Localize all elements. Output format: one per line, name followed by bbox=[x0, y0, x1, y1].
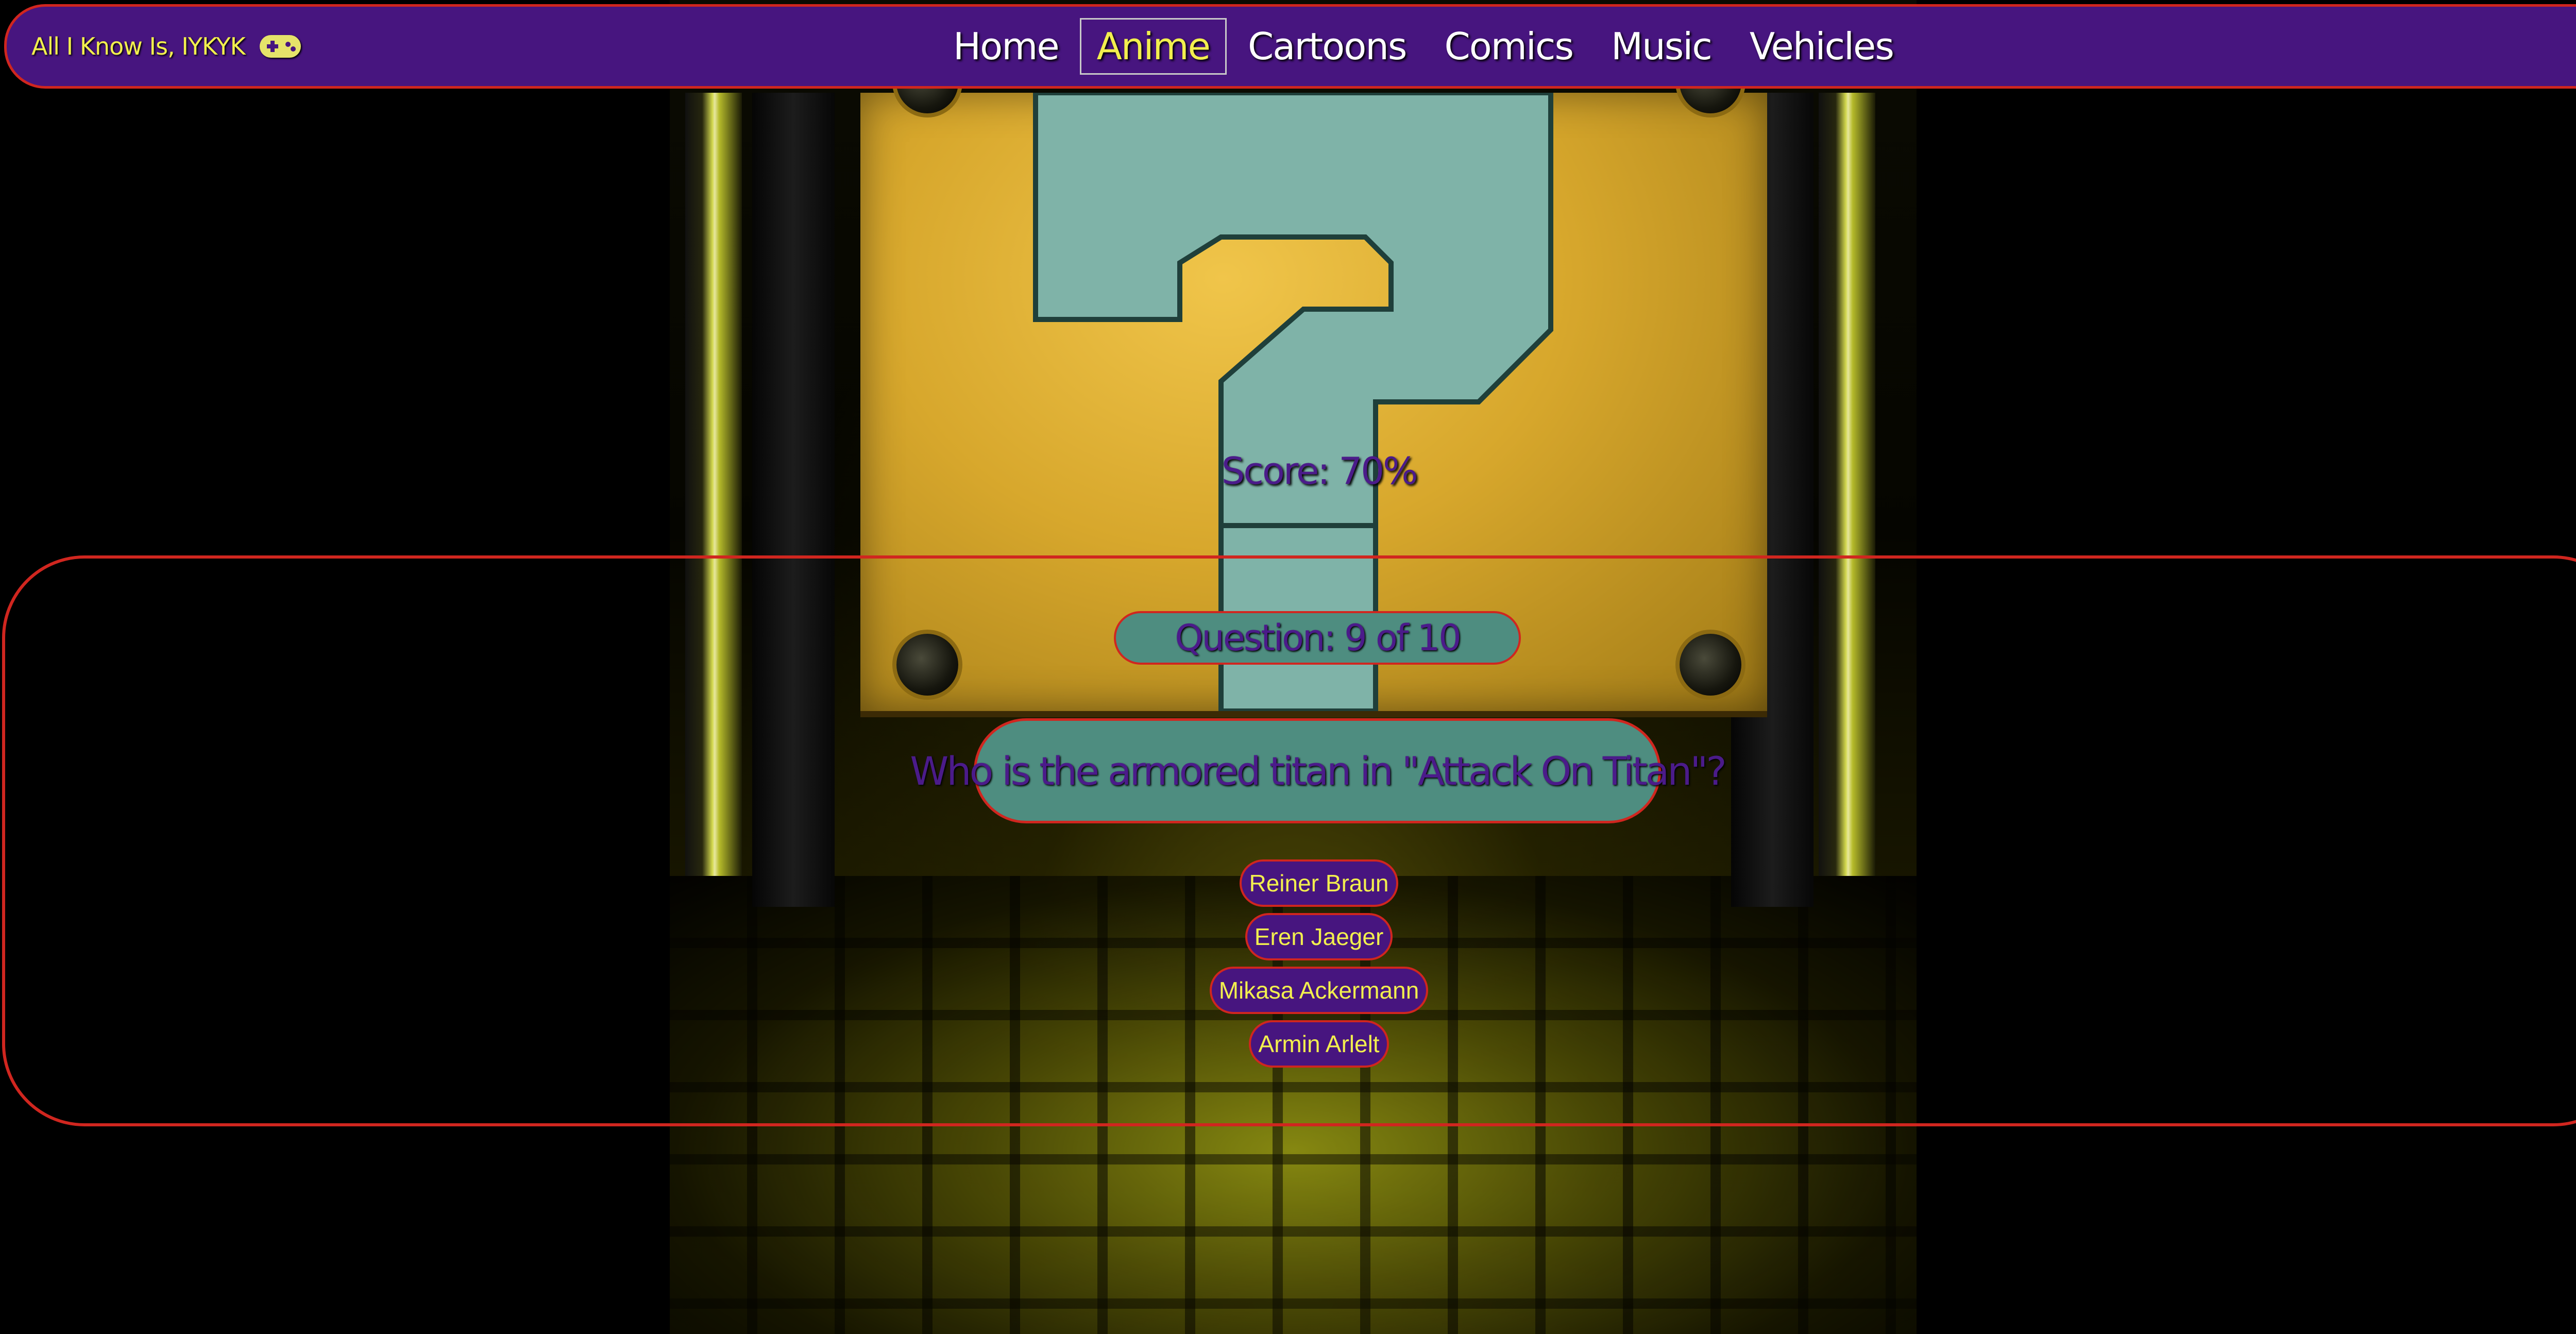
answer-button-armin-arlelt[interactable]: Armin Arlelt bbox=[1249, 1020, 1389, 1068]
question-text: Who is the armored titan in "Attack On T… bbox=[910, 718, 1727, 823]
nav-link-cartoons[interactable]: Cartoons bbox=[1231, 18, 1423, 75]
answer-button-reiner-braun[interactable]: Reiner Braun bbox=[1240, 859, 1398, 907]
nav-link-home[interactable]: Home bbox=[936, 18, 1076, 75]
main-nav: Home Anime Cartoons Comics Music Vehicle… bbox=[934, 7, 1912, 86]
gamepad-icon bbox=[259, 35, 301, 58]
nav-link-music[interactable]: Music bbox=[1594, 18, 1728, 75]
page: All I Know Is, IYKYK Home Anime Cartoons… bbox=[0, 0, 2576, 1334]
answer-button-mikasa-ackermann[interactable]: Mikasa Ackermann bbox=[1209, 967, 1429, 1014]
brand[interactable]: All I Know Is, IYKYK bbox=[31, 7, 301, 86]
nav-link-comics[interactable]: Comics bbox=[1427, 18, 1590, 75]
top-navbar: All I Know Is, IYKYK Home Anime Cartoons… bbox=[4, 4, 2576, 89]
score-display: Score: 70% bbox=[1221, 449, 1418, 493]
question-counter: Question: 9 of 10 bbox=[1114, 611, 1521, 665]
answer-list: Reiner Braun Eren Jaeger Mikasa Ackerman… bbox=[0, 859, 2576, 1068]
nav-link-anime[interactable]: Anime bbox=[1079, 18, 1227, 75]
answer-button-eren-jaeger[interactable]: Eren Jaeger bbox=[1245, 913, 1393, 960]
nav-link-vehicles[interactable]: Vehicles bbox=[1733, 18, 1910, 75]
brand-title: All I Know Is, IYKYK bbox=[31, 32, 246, 60]
